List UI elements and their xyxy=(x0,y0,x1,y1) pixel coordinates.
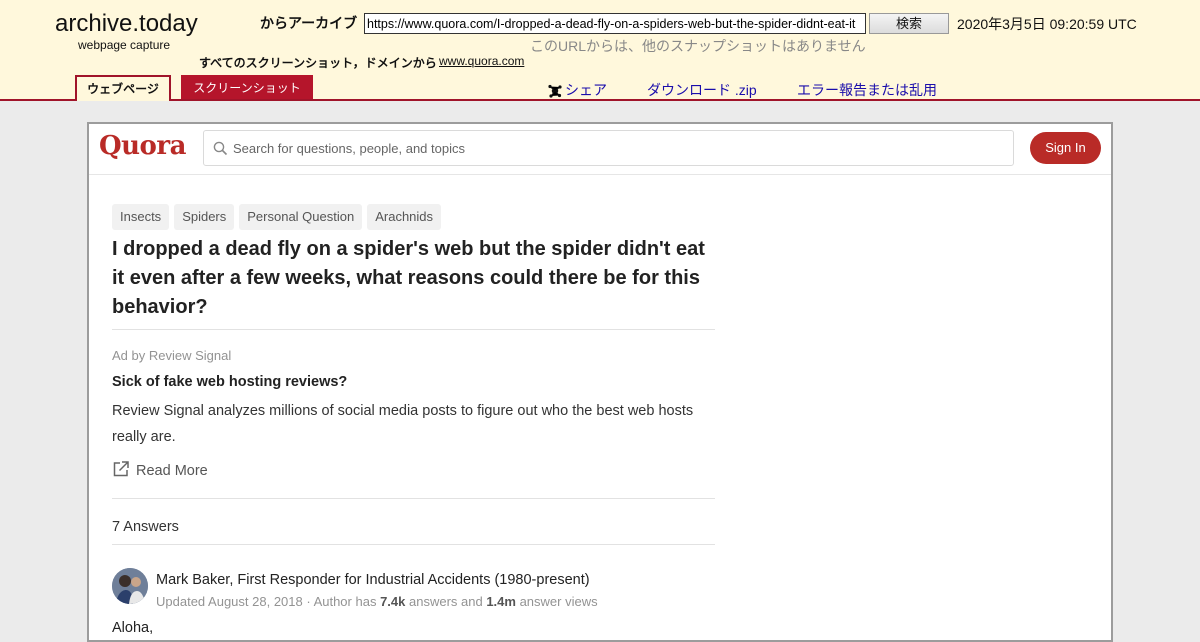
divider xyxy=(112,544,715,545)
report-error-link[interactable]: エラー報告または乱用 xyxy=(797,80,937,100)
read-more-label: Read More xyxy=(136,463,208,479)
domain-link[interactable]: www.quora.com xyxy=(439,54,524,68)
divider xyxy=(112,498,715,499)
tab-webpage[interactable]: ウェブページ xyxy=(75,75,171,101)
quora-header: Quora Search for questions, people, and … xyxy=(89,124,1111,175)
archive-timestamp: 2020年3月5日 09:20:59 UTC xyxy=(957,16,1137,32)
topic-tag-arachnids[interactable]: Arachnids xyxy=(367,204,442,230)
divider xyxy=(112,329,715,330)
external-link-icon xyxy=(112,460,130,478)
no-snapshots-notice: このURLからは、他のスナップショットはありません xyxy=(530,38,866,54)
search-icon xyxy=(213,141,228,156)
avatar[interactable] xyxy=(112,568,148,604)
all-screenshots-label: すべてのスクリーンショット，ドメインから xyxy=(199,56,437,70)
captured-page: Quora Search for questions, people, and … xyxy=(87,122,1113,642)
topic-tags: Insects Spiders Personal Question Arachnids xyxy=(112,204,446,230)
share-link[interactable]: シェア xyxy=(548,80,607,100)
quora-logo[interactable]: Quora xyxy=(99,131,186,161)
quora-search-input[interactable]: Search for questions, people, and topics xyxy=(203,130,1014,166)
answer-meta: Updated August 28, 2018 · Author has 7.4… xyxy=(156,594,598,609)
read-more-link[interactable]: Read More xyxy=(112,460,208,479)
sign-in-button[interactable]: Sign In xyxy=(1030,132,1101,164)
download-zip-link[interactable]: ダウンロード .zip xyxy=(647,80,757,100)
answer-text: Aloha, xyxy=(112,620,154,636)
ad-title[interactable]: Sick of fake web hosting reviews? xyxy=(112,374,347,390)
meta-mid: answers and xyxy=(405,594,487,609)
archive-header: archive.today webpage capture からアーカイブ ht… xyxy=(0,0,1200,101)
ad-body: Review Signal analyzes millions of socia… xyxy=(112,403,694,445)
archive-from-label: からアーカイブ xyxy=(260,15,358,31)
share-icon xyxy=(548,84,562,98)
author-views-count: 1.4m xyxy=(486,594,516,609)
archive-logo[interactable]: archive.today xyxy=(55,10,198,38)
answers-count: 7 Answers xyxy=(112,519,179,535)
author-answers-count: 7.4k xyxy=(380,594,406,609)
share-label: シェア xyxy=(565,82,607,98)
answer-author[interactable]: Mark Baker, First Responder for Industri… xyxy=(156,572,590,588)
question-title[interactable]: I dropped a dead fly on a spider's web b… xyxy=(112,235,722,322)
archive-subtitle: webpage capture xyxy=(78,38,171,52)
topic-tag-personal-question[interactable]: Personal Question xyxy=(239,204,363,230)
archive-url-input[interactable]: https://www.quora.com/I-dropped-a-dead-f… xyxy=(364,13,866,34)
archive-search-button[interactable]: 検索 xyxy=(869,13,949,34)
topic-tag-insects[interactable]: Insects xyxy=(112,204,170,230)
meta-suffix: answer views xyxy=(515,594,598,609)
search-placeholder: Search for questions, people, and topics xyxy=(233,141,465,156)
ad-attribution: Ad by Review Signal xyxy=(112,348,232,363)
tab-screenshot[interactable]: スクリーンショット xyxy=(181,75,313,99)
topic-tag-spiders[interactable]: Spiders xyxy=(174,204,235,230)
meta-prefix: Updated August 28, 2018 · Author has xyxy=(156,594,381,609)
